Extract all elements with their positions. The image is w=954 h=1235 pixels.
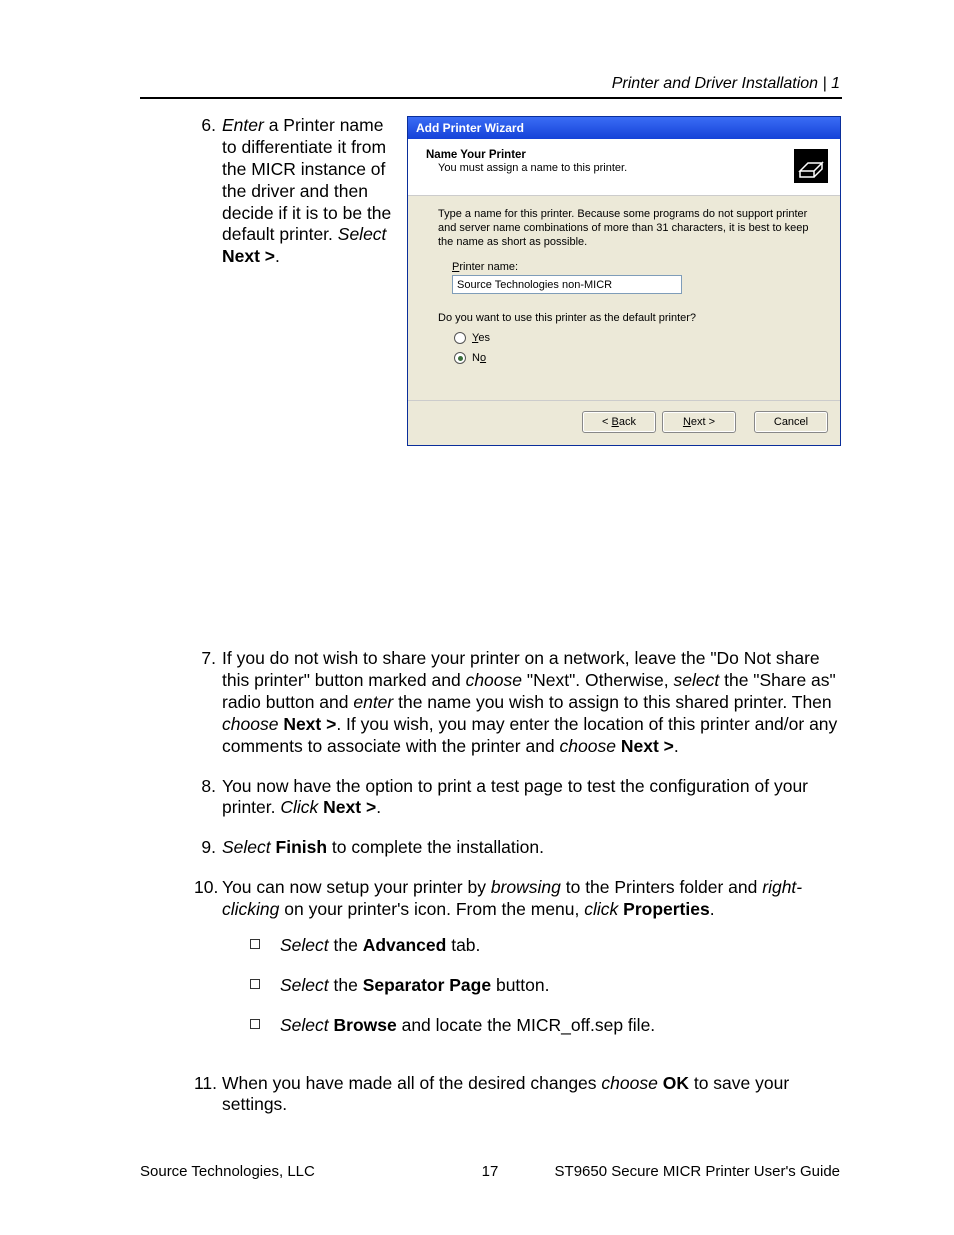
step-7-text: If you do not wish to share your printer… xyxy=(222,648,844,757)
printer-name-input[interactable] xyxy=(452,275,682,294)
step-7: 7. If you do not wish to share your prin… xyxy=(194,648,844,757)
step-11: 11. When you have made all of the desire… xyxy=(194,1073,844,1117)
wizard-header-title: Name Your Printer xyxy=(426,149,786,161)
checkbox-icon xyxy=(250,939,260,949)
radio-no[interactable]: No xyxy=(454,352,810,364)
header-rule xyxy=(140,97,842,99)
check-item-0: Select the Advanced tab. xyxy=(250,935,844,957)
footer-right: ST9650 Secure MICR Printer User's Guide xyxy=(555,1163,840,1180)
back-button[interactable]: < Back xyxy=(582,411,656,433)
footer-left: Source Technologies, LLC xyxy=(140,1163,315,1180)
step-10-num: 10. xyxy=(194,877,222,1054)
step-9-num: 9. xyxy=(194,837,222,859)
wizard-body: Type a name for this printer. Because so… xyxy=(408,196,840,400)
checkbox-icon xyxy=(250,1019,260,1029)
step-8-text: You now have the option to print a test … xyxy=(222,776,844,820)
wizard-titlebar[interactable]: Add Printer Wizard xyxy=(408,117,840,139)
step-11-num: 11. xyxy=(194,1073,222,1117)
wizard-description: Type a name for this printer. Because so… xyxy=(438,208,810,249)
check-item-2: Select Browse and locate the MICR_off.se… xyxy=(250,1015,844,1037)
page-footer: Source Technologies, LLC 17 ST9650 Secur… xyxy=(140,1163,840,1180)
radio-yes[interactable]: Yes xyxy=(454,332,810,344)
step-6-text: Enter a Printer name to differentiate it… xyxy=(222,115,392,268)
default-printer-question: Do you want to use this printer as the d… xyxy=(438,312,810,324)
step-10-text: You can now setup your printer by browsi… xyxy=(222,877,844,1054)
step-9: 9. Select Finish to complete the install… xyxy=(194,837,844,859)
radio-icon xyxy=(454,332,466,344)
wizard-footer: < Back Next > Cancel xyxy=(408,400,840,445)
printer-icon xyxy=(794,149,828,183)
printer-name-label: Printer name: xyxy=(452,261,810,273)
step-10: 10. You can now setup your printer by br… xyxy=(194,877,844,1054)
step-11-text: When you have made all of the desired ch… xyxy=(222,1073,844,1117)
step-6-num: 6. xyxy=(194,115,222,268)
step-9-text: Select Finish to complete the installati… xyxy=(222,837,844,859)
next-button[interactable]: Next > xyxy=(662,411,736,433)
step-8: 8. You now have the option to print a te… xyxy=(194,776,844,820)
footer-page-number: 17 xyxy=(482,1163,499,1180)
header-section: Printer and Driver Installation | 1 xyxy=(612,75,840,93)
check-item-1: Select the Separator Page button. xyxy=(250,975,844,997)
cancel-button[interactable]: Cancel xyxy=(754,411,828,433)
radio-icon-selected xyxy=(454,352,466,364)
checkbox-icon xyxy=(250,979,260,989)
step-8-num: 8. xyxy=(194,776,222,820)
wizard-header: Name Your Printer You must assign a name… xyxy=(408,139,840,196)
add-printer-wizard-dialog: Add Printer Wizard Name Your Printer You… xyxy=(407,116,841,446)
wizard-header-subtitle: You must assign a name to this printer. xyxy=(438,162,786,174)
step-7-num: 7. xyxy=(194,648,222,757)
